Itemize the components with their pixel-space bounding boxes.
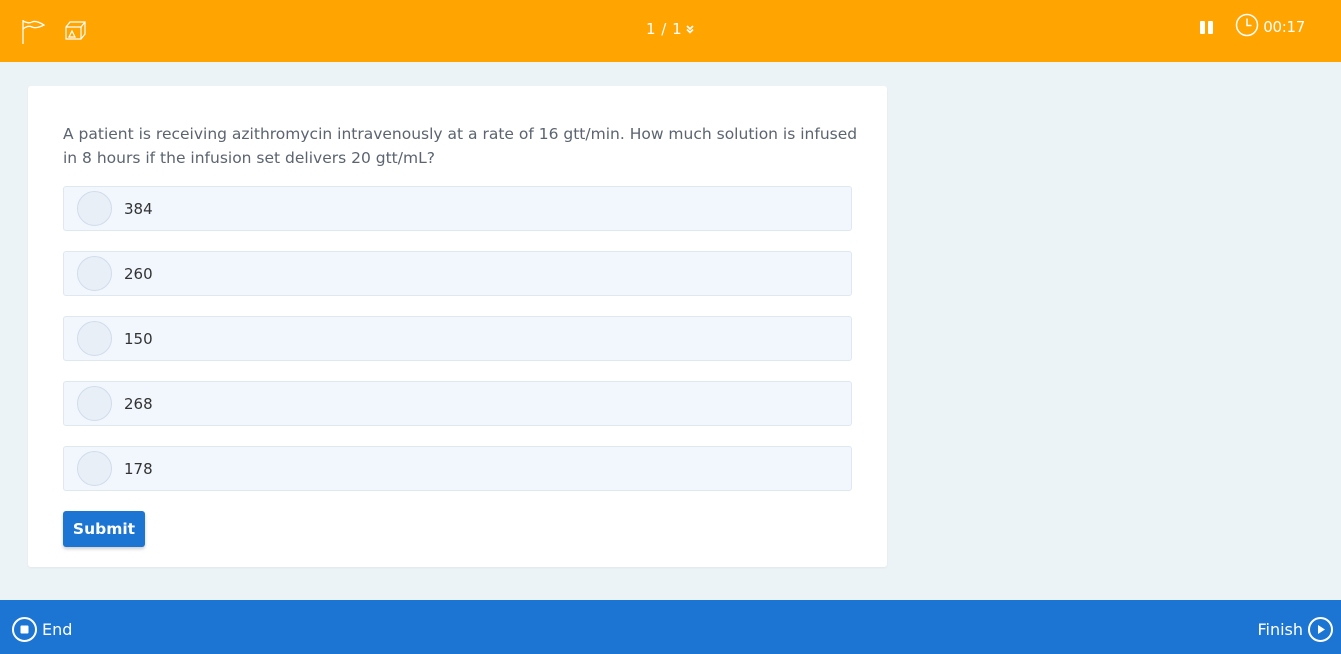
question-card: A patient is receiving azithromycin intr… (28, 86, 887, 567)
submit-button[interactable]: Submit (63, 511, 145, 547)
option-label: 268 (124, 394, 153, 413)
answer-option[interactable]: 150 (63, 316, 852, 361)
clock-icon (1235, 13, 1259, 41)
option-label: 178 (124, 459, 153, 478)
finish-label: Finish (1257, 620, 1303, 639)
timer: 00:17 (1235, 13, 1305, 41)
top-controls: 00:17 (1200, 13, 1305, 41)
answer-option[interactable]: 268 (63, 381, 852, 426)
answer-option[interactable]: 178 (63, 446, 852, 491)
chevron-down-icon (685, 20, 695, 38)
stop-icon (12, 617, 37, 642)
timer-text: 00:17 (1263, 18, 1305, 36)
pause-icon (1200, 20, 1206, 34)
pause-icon-bar (1208, 20, 1214, 34)
option-label: 384 (124, 199, 153, 218)
pause-button[interactable] (1200, 20, 1214, 34)
end-button[interactable]: End (12, 617, 72, 642)
top-tools (20, 17, 88, 45)
end-label: End (42, 620, 73, 639)
question-text: A patient is receiving azithromycin intr… (63, 125, 858, 167)
calculator-icon[interactable] (62, 17, 88, 45)
option-label: 150 (124, 329, 153, 348)
radio-button[interactable] (77, 256, 112, 291)
question-counter[interactable]: 1 / 1 (646, 20, 695, 38)
answer-option[interactable]: 260 (63, 251, 852, 296)
answer-option[interactable]: 384 (63, 186, 852, 231)
bottom-bar: End Finish (0, 600, 1341, 654)
radio-button[interactable] (77, 321, 112, 356)
counter-text: 1 / 1 (646, 20, 683, 38)
flag-icon[interactable] (20, 17, 46, 45)
radio-button[interactable] (77, 451, 112, 486)
top-bar: 1 / 1 00:17 (0, 0, 1341, 62)
finish-button[interactable]: Finish (1257, 617, 1333, 642)
play-icon (1308, 617, 1333, 642)
radio-button[interactable] (77, 386, 112, 421)
radio-button[interactable] (77, 191, 112, 226)
option-label: 260 (124, 264, 153, 283)
